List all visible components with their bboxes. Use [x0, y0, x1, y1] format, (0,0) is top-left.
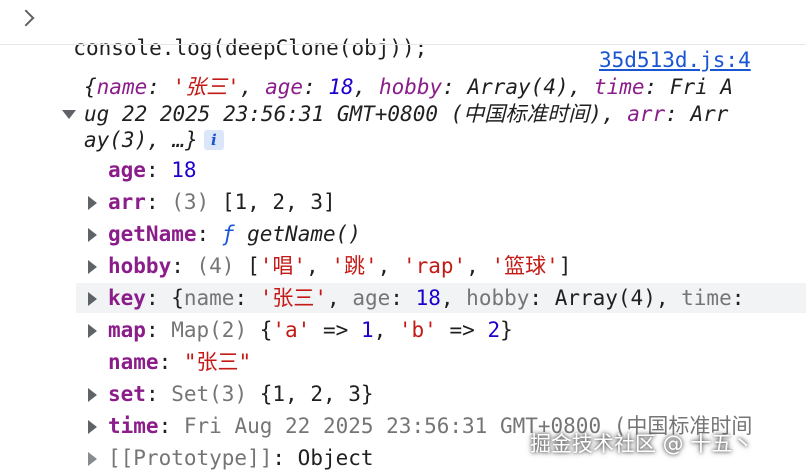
property-hobby[interactable]: hobby: (4) ['唱', '跳', 'rap', '篮球'] [108, 252, 571, 280]
info-icon[interactable]: i [203, 130, 224, 150]
collapse-triangle-icon[interactable] [62, 110, 76, 119]
property-key[interactable]: key: {name: '张三', age: 18, hobby: Array(… [108, 284, 744, 312]
expand-triangle-icon[interactable] [88, 292, 97, 306]
divider [0, 44, 806, 45]
property-map[interactable]: map: Map(2) {'a' => 1, 'b' => 2} [108, 316, 513, 344]
expand-triangle-icon[interactable] [88, 228, 97, 242]
object-summary-line-3[interactable]: ay(3), …} i [84, 126, 224, 154]
property-arr[interactable]: arr: (3) [1, 2, 3] [108, 188, 336, 216]
source-link[interactable]: 35d513d.js:4 [599, 46, 751, 74]
expand-triangle-icon[interactable] [88, 196, 97, 210]
console-command: console.log(deepClone(obj)); [73, 36, 428, 60]
property-prototype[interactable]: [[Prototype]]: Object [108, 444, 374, 472]
property-name: name: "张三" [108, 350, 252, 374]
object-summary-line-2[interactable]: ug 22 2025 23:56:31 GMT+0800 (中国标准时间), a… [84, 100, 728, 128]
expand-triangle-icon[interactable] [88, 452, 97, 466]
property-set[interactable]: set: Set(3) {1, 2, 3} [108, 380, 374, 408]
prompt-chevron-icon [17, 9, 35, 27]
object-summary-line-1[interactable]: {name: '张三', age: 18, hobby: Array(4), t… [84, 73, 733, 101]
property-getName[interactable]: getName: ƒ getName() [108, 220, 361, 248]
expand-triangle-icon[interactable] [88, 260, 97, 274]
expand-triangle-icon[interactable] [88, 324, 97, 338]
expand-triangle-icon[interactable] [88, 420, 97, 434]
console-input-line[interactable]: console.log(deepClone(obj)); [48, 6, 427, 62]
expand-triangle-icon[interactable] [88, 388, 97, 402]
property-age: age: 18 [108, 158, 197, 182]
watermark: 掘金技术社区 @ 十五丶 [530, 432, 754, 456]
